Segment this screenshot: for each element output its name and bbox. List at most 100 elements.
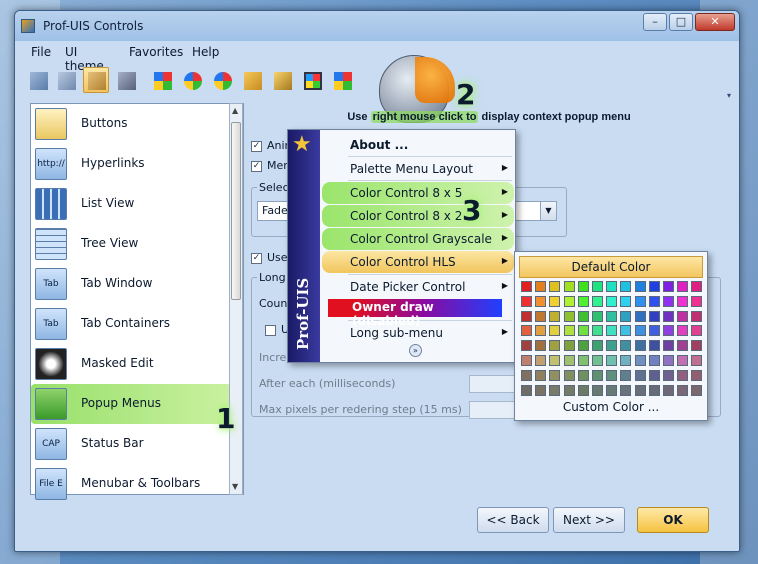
color-swatch[interactable] <box>592 355 603 366</box>
color-swatch[interactable] <box>535 355 547 366</box>
color-swatch[interactable] <box>648 369 660 381</box>
color-swatch[interactable] <box>648 310 660 322</box>
menu-item-date-picker[interactable]: Date Picker Control ▶ <box>322 276 514 298</box>
color-swatch[interactable] <box>620 340 632 352</box>
chevron-down-icon[interactable]: ▼ <box>540 202 556 220</box>
color-swatch[interactable] <box>677 325 689 337</box>
color-swatch[interactable] <box>677 384 689 396</box>
color-swatch[interactable] <box>648 295 660 307</box>
color-swatch[interactable] <box>563 325 575 337</box>
color-swatch[interactable] <box>549 384 561 396</box>
color-swatch[interactable] <box>663 310 674 322</box>
color-swatch[interactable] <box>620 325 632 337</box>
color-swatch[interactable] <box>691 281 703 292</box>
custom-color-button[interactable]: Custom Color ... <box>515 400 707 414</box>
color-swatch[interactable] <box>606 295 618 307</box>
theme-button-7[interactable] <box>209 67 235 93</box>
list-item[interactable]: List View <box>31 184 231 224</box>
next-button[interactable]: Next >> <box>553 507 625 533</box>
color-swatch[interactable] <box>535 281 547 292</box>
color-swatch[interactable] <box>549 369 561 381</box>
color-swatch[interactable] <box>606 369 618 381</box>
color-swatch[interactable] <box>677 295 689 307</box>
close-button[interactable]: ✕ <box>695 13 735 31</box>
theme-button-5[interactable] <box>149 67 175 93</box>
color-swatch[interactable] <box>677 369 689 381</box>
theme-button-6[interactable] <box>179 67 205 93</box>
list-item[interactable]: Tab Tab Window <box>31 264 231 304</box>
color-swatch[interactable] <box>535 295 547 307</box>
list-item[interactable]: Tree View <box>31 224 231 264</box>
color-swatch[interactable] <box>521 325 532 337</box>
menu-item-color-hls[interactable]: Color Control HLS ▶ <box>322 251 514 273</box>
scroll-thumb[interactable] <box>231 122 241 300</box>
color-swatch[interactable] <box>549 295 561 307</box>
color-swatch[interactable] <box>563 340 575 352</box>
list-item[interactable]: Tab Tab Containers <box>31 304 231 344</box>
color-swatch[interactable] <box>563 281 575 292</box>
color-swatch[interactable] <box>634 340 646 352</box>
color-swatch[interactable] <box>521 384 532 396</box>
color-swatch[interactable] <box>677 355 689 366</box>
color-swatch[interactable] <box>620 310 632 322</box>
color-swatch[interactable] <box>577 325 589 337</box>
color-swatch[interactable] <box>663 281 674 292</box>
menu-item-color-8x5[interactable]: Color Control 8 x 5 ▶ <box>322 182 514 204</box>
theme-button-3[interactable] <box>83 67 109 93</box>
color-swatch[interactable] <box>620 355 632 366</box>
minimize-button[interactable]: – <box>643 13 667 31</box>
color-swatch[interactable] <box>592 369 603 381</box>
color-swatch[interactable] <box>577 355 589 366</box>
color-swatch[interactable] <box>634 325 646 337</box>
theme-button-10[interactable] <box>299 67 325 93</box>
menu-item-palette-layout[interactable]: Palette Menu Layout ▶ <box>322 158 514 180</box>
color-swatch[interactable] <box>691 325 703 337</box>
color-swatch[interactable] <box>606 355 618 366</box>
color-swatch[interactable] <box>592 325 603 337</box>
scroll-up-icon[interactable]: ▲ <box>232 106 238 115</box>
color-swatch[interactable] <box>663 355 674 366</box>
list-scrollbar[interactable]: ▲ ▼ <box>229 103 243 495</box>
list-item-selected[interactable]: Popup Menus <box>31 384 231 424</box>
color-swatch[interactable] <box>648 384 660 396</box>
color-swatch[interactable] <box>648 281 660 292</box>
menu-file[interactable]: File <box>31 45 51 59</box>
color-swatch[interactable] <box>592 340 603 352</box>
toolbar-overflow-icon[interactable]: ▾ <box>727 91 731 100</box>
color-swatch[interactable] <box>677 281 689 292</box>
color-swatch[interactable] <box>620 384 632 396</box>
theme-button-11[interactable] <box>329 67 355 93</box>
color-swatch[interactable] <box>563 310 575 322</box>
color-swatch[interactable] <box>634 384 646 396</box>
color-swatch[interactable] <box>549 281 561 292</box>
animate-checkbox[interactable]: ✓ <box>251 141 262 152</box>
color-swatch[interactable] <box>620 295 632 307</box>
color-swatch[interactable] <box>691 384 703 396</box>
color-swatch[interactable] <box>663 340 674 352</box>
color-swatch[interactable] <box>521 310 532 322</box>
color-swatch[interactable] <box>592 295 603 307</box>
color-swatch[interactable] <box>535 340 547 352</box>
menu-favorites[interactable]: Favorites <box>129 45 183 59</box>
color-swatch[interactable] <box>606 325 618 337</box>
color-swatch[interactable] <box>535 384 547 396</box>
color-swatch[interactable] <box>691 340 703 352</box>
menu-item-about[interactable]: About ... <box>322 134 514 156</box>
color-swatch[interactable] <box>648 340 660 352</box>
color-swatch[interactable] <box>691 355 703 366</box>
color-swatch[interactable] <box>563 369 575 381</box>
color-swatch[interactable] <box>549 310 561 322</box>
color-swatch[interactable] <box>563 295 575 307</box>
theme-button-1[interactable] <box>25 67 51 93</box>
color-swatch[interactable] <box>521 340 532 352</box>
color-swatch[interactable] <box>634 295 646 307</box>
color-swatch[interactable] <box>577 310 589 322</box>
color-swatch[interactable] <box>663 325 674 337</box>
color-swatch[interactable] <box>620 281 632 292</box>
color-swatch[interactable] <box>592 310 603 322</box>
color-swatch[interactable] <box>648 355 660 366</box>
title-bar[interactable]: Prof-UIS Controls – □ ✕ <box>15 11 739 41</box>
color-swatch[interactable] <box>535 310 547 322</box>
list-item[interactable]: Buttons <box>31 104 231 144</box>
color-swatch[interactable] <box>663 384 674 396</box>
